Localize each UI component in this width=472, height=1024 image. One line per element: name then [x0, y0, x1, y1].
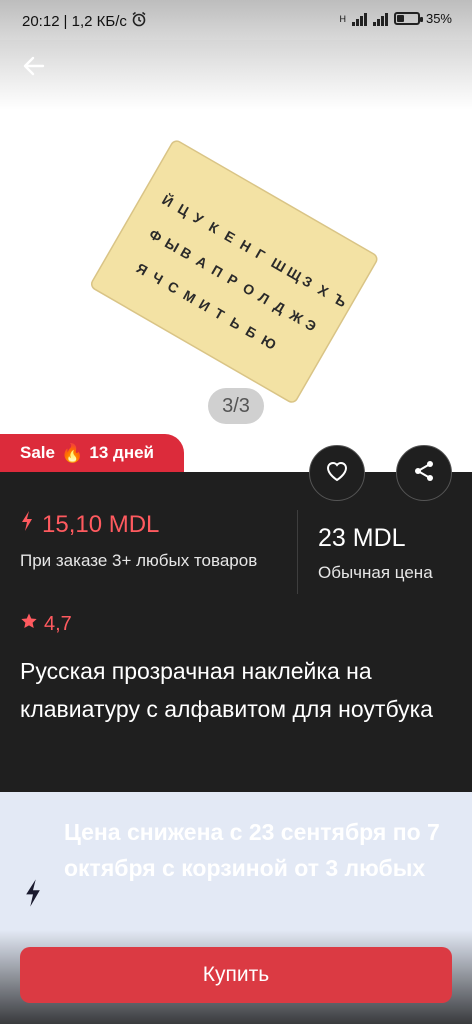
favorite-button[interactable] — [309, 445, 365, 501]
rating-value: 4,7 — [44, 612, 72, 635]
gallery-shade — [0, 40, 472, 110]
status-right: H 35% — [339, 11, 452, 26]
sale-days: 13 дней — [89, 443, 155, 462]
rating[interactable]: 4,7 — [20, 612, 72, 636]
back-button[interactable] — [16, 50, 52, 86]
signal-icon-2 — [372, 12, 388, 26]
signal-icon — [351, 12, 367, 26]
lightning-icon — [22, 878, 44, 913]
product-gallery[interactable]: ЙЦУКЕНГШЩЗХЪФЫВАПРОЛДЖЭЯЧСМИТЬБЮ 3/3 — [0, 40, 472, 440]
battery-icon — [393, 12, 423, 25]
product-image[interactable]: ЙЦУ К Е НГШЩЗ Х ЪФЫВАПР ОЛ ДЖЭЯЧ СМИТ ЬБЮ — [84, 108, 384, 428]
discount-price: 15,10 MDL — [20, 510, 290, 539]
status-time: 20:12 — [22, 12, 60, 30]
share-icon — [412, 459, 436, 488]
back-arrow-icon — [23, 55, 45, 82]
network-type-label: H — [339, 13, 346, 24]
discount-condition: При заказе 3+ любых товаров — [20, 551, 258, 570]
product-title: Русская прозрачная наклейка на клавиатур… — [20, 658, 433, 722]
status-left: 20:12 | 1,2 КБ/с — [22, 11, 147, 31]
status-speed: | 1,2 КБ/с — [63, 12, 127, 30]
buy-button[interactable]: Купить — [20, 947, 452, 1003]
discount-price-value: 15,10 MDL — [42, 510, 160, 538]
sale-badge: Sale 🔥 13 дней — [0, 434, 185, 472]
battery-fill — [396, 15, 404, 22]
star-icon — [20, 612, 38, 636]
flame-icon: 🔥 — [60, 442, 84, 463]
price-divider — [297, 510, 298, 594]
promo-text: Цена снижена с 23 сентября по 7 октября … — [64, 819, 440, 881]
sale-label: Sale — [20, 443, 55, 462]
regular-price: 23 MDL — [318, 524, 406, 552]
regular-price-block: 23 MDL Обычная цена — [318, 524, 433, 583]
heart-icon — [325, 460, 349, 487]
status-bar: 20:12 | 1,2 КБ/с H 35% — [0, 0, 472, 40]
alarm-icon — [131, 11, 147, 31]
image-counter: 3/3 — [208, 388, 264, 424]
discount-price-block: 15,10 MDL При заказе 3+ любых товаров — [20, 510, 290, 572]
share-button[interactable] — [396, 445, 452, 501]
battery-percent: 35% — [425, 11, 452, 26]
lightning-icon — [20, 510, 34, 539]
regular-price-label: Обычная цена — [318, 563, 433, 582]
